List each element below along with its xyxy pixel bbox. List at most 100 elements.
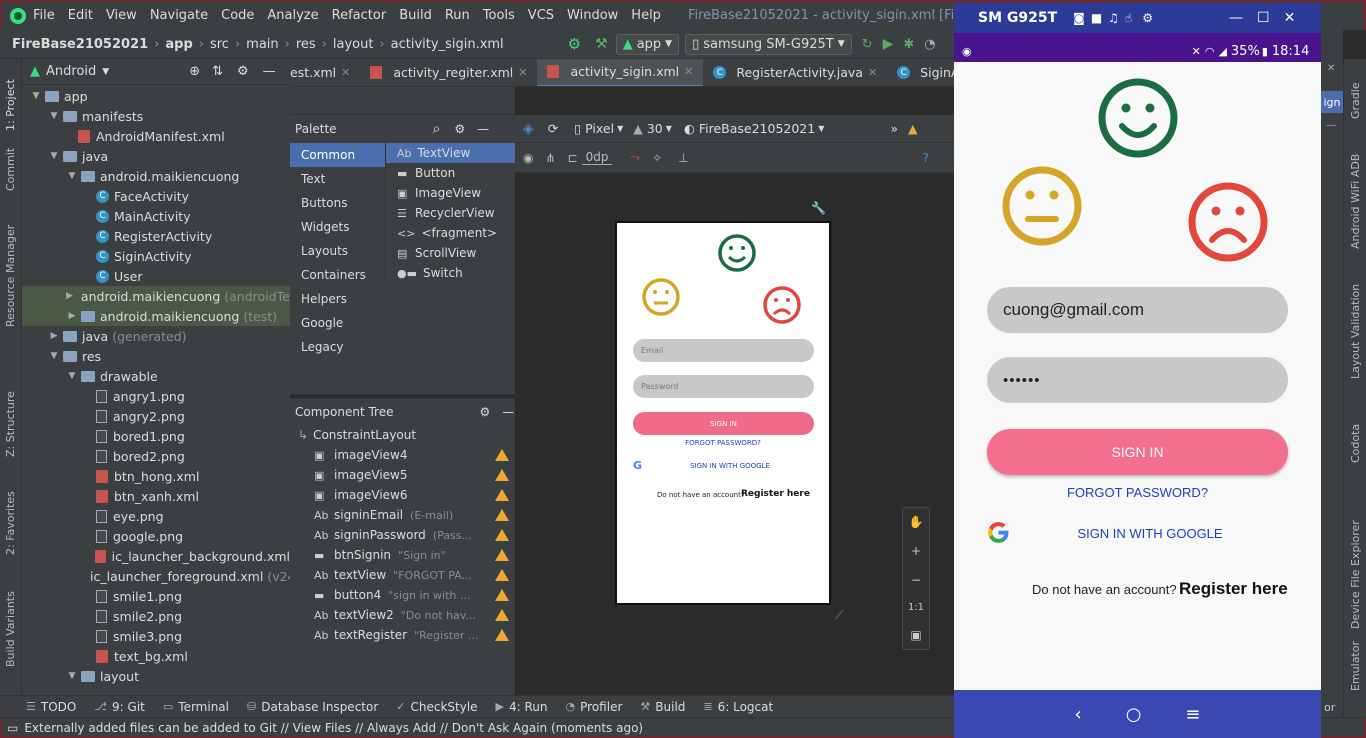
expand-down-icon[interactable]: ▼ — [48, 111, 60, 121]
menu-refactor[interactable]: Refactor — [332, 8, 387, 23]
close-icon[interactable]: ✕ — [684, 65, 693, 78]
palette-item[interactable]: <> <fragment> — [386, 223, 515, 243]
tree-item[interactable]: smile1.png — [22, 586, 290, 606]
tree-item[interactable]: btn_hong.xml — [22, 466, 290, 486]
palette-item[interactable]: ☰ RecyclerView — [386, 203, 515, 223]
google-sign-in-button[interactable]: SIGN IN WITH GOOGLE — [1050, 526, 1250, 541]
pan-icon[interactable]: ✋ — [909, 515, 924, 529]
apply-changes-icon[interactable]: ↻ — [862, 37, 873, 52]
palette-category[interactable]: Buttons — [290, 191, 385, 215]
magnet-icon[interactable]: ⋔ — [545, 151, 555, 165]
breadcrumb-layout[interactable]: layout — [333, 37, 374, 52]
menu-file[interactable]: File — [33, 8, 55, 23]
tool-build-variants[interactable]: Build Variants — [4, 591, 17, 667]
touch-icon[interactable]: ☝ — [1125, 11, 1132, 25]
component-tree-item[interactable]: ▣ imageView5 — [290, 465, 515, 485]
warning-icon[interactable] — [495, 489, 509, 501]
gear-icon[interactable]: ⚙ — [479, 405, 490, 419]
clear-constraints-icon[interactable]: ⤳ — [630, 150, 640, 165]
component-tree-item[interactable]: ▬ button4 "sign in with ... — [290, 585, 515, 605]
menu-view[interactable]: View — [106, 8, 137, 23]
menu-edit[interactable]: Edit — [68, 8, 93, 23]
palette-category[interactable]: Legacy — [290, 335, 385, 359]
palette-item[interactable]: ▤ ScrollView — [386, 243, 515, 263]
project-view-select[interactable]: Android — [46, 64, 96, 79]
headset-icon[interactable]: ♫ — [1108, 11, 1119, 25]
menu-help[interactable]: Help — [631, 8, 661, 23]
tool-favorites[interactable]: 2: Favorites — [4, 491, 17, 555]
tool-project[interactable]: 1: Project — [4, 79, 17, 131]
warning-icon[interactable] — [495, 589, 509, 601]
preview-register-link[interactable]: Register here — [741, 489, 810, 499]
infer-constraints-icon[interactable]: ✧ — [652, 151, 662, 165]
tree-item[interactable]: btn_xanh.xml — [22, 486, 290, 506]
close-icon[interactable]: ✕ — [1284, 10, 1296, 26]
tool-codota[interactable]: Codota — [1349, 424, 1362, 463]
palette-category[interactable]: Widgets — [290, 215, 385, 239]
tree-item[interactable]: ▼ manifests — [22, 106, 290, 126]
default-margin[interactable]: 0dp — [581, 150, 613, 165]
tool-emulator[interactable]: Emulator — [1349, 641, 1362, 691]
preview-email-field[interactable]: Email — [633, 339, 814, 362]
palette-category[interactable]: Text — [290, 167, 385, 191]
hammer-icon[interactable]: ⚒ — [595, 36, 608, 52]
expand-down-icon[interactable]: ▼ — [66, 171, 78, 181]
palette-item[interactable]: ●▬ Switch — [386, 263, 515, 283]
gear-icon[interactable]: ⚙ — [1142, 11, 1153, 25]
tree-item[interactable]: smile2.png — [22, 606, 290, 626]
tree-item[interactable]: google.png — [22, 526, 290, 546]
help-icon[interactable]: ? — [923, 151, 929, 165]
sign-in-button[interactable]: SIGN IN — [987, 429, 1288, 475]
component-tree-item[interactable]: Ab signinPassword (Pass... — [290, 525, 515, 545]
palette-category[interactable]: Google — [290, 311, 385, 335]
close-icon[interactable]: ✕ — [341, 66, 350, 79]
palette-item[interactable]: ▣ ImageView — [386, 183, 515, 203]
bottom-tab[interactable]: ⚒ Build — [640, 700, 685, 714]
bottom-tab[interactable]: ⎇ 9: Git — [94, 700, 145, 714]
palette-category[interactable]: Layouts — [290, 239, 385, 263]
debug-icon[interactable]: ✱ — [903, 37, 914, 52]
tree-item[interactable]: C MainActivity — [22, 206, 290, 226]
tree-item[interactable]: ▼ drawable — [22, 366, 290, 386]
preview-google-button[interactable]: SIGN IN WITH GOOGLE — [617, 462, 843, 470]
menu-window[interactable]: Window — [567, 8, 618, 23]
emulator-side-tab[interactable]: ign — [1321, 91, 1343, 113]
expand-down-icon[interactable]: ▼ — [66, 671, 78, 681]
bottom-tab[interactable]: ▭ Terminal — [163, 700, 229, 714]
tool-structure[interactable]: Z: Structure — [4, 391, 17, 457]
email-field[interactable]: cuong@gmail.com — [987, 287, 1288, 333]
tree-item[interactable]: C RegisterActivity — [22, 226, 290, 246]
tree-root[interactable]: ↳ ConstraintLayout — [290, 425, 515, 445]
tree-item[interactable]: ▼ res — [22, 346, 290, 366]
menu-code[interactable]: Code — [221, 8, 254, 23]
expand-down-icon[interactable]: ▼ — [66, 371, 78, 381]
minimize-icon[interactable]: — — [477, 122, 489, 136]
screenshot-icon[interactable]: ▣ — [910, 628, 921, 642]
warning-icon[interactable] — [495, 469, 509, 481]
bottom-tab[interactable]: ◔ Profiler — [566, 700, 623, 714]
resize-handle-icon[interactable]: ⟋ — [835, 608, 843, 623]
warning-icon[interactable] — [495, 609, 509, 621]
minimize-icon[interactable]: — — [502, 405, 514, 419]
menu-build[interactable]: Build — [399, 8, 432, 23]
menu-navigate[interactable]: Navigate — [150, 8, 208, 23]
breadcrumb-app[interactable]: app — [165, 37, 192, 52]
back-icon[interactable]: ‹ — [1074, 704, 1081, 725]
tool-resource-manager[interactable]: Resource Manager — [4, 225, 17, 327]
warning-icon[interactable] — [495, 449, 509, 461]
expand-down-icon[interactable]: ▼ — [48, 351, 60, 361]
preview-forgot-link[interactable]: FORGOT PASSWORD? — [617, 439, 829, 447]
tree-item[interactable]: bored2.png — [22, 446, 290, 466]
device-select[interactable]: ▯ samsung SM-G925T ▼ — [685, 33, 852, 55]
warning-icon[interactable]: ▲ — [908, 121, 918, 136]
bottom-tab[interactable]: ☰ TODO — [26, 700, 76, 714]
tree-item[interactable]: text_bg.xml — [22, 646, 290, 666]
home-icon[interactable]: ○ — [1126, 704, 1142, 725]
tree-item[interactable]: C User — [22, 266, 290, 286]
bottom-tab[interactable]: ▶ 4: Run — [496, 700, 548, 714]
tool-wifi-adb[interactable]: Android WiFi ADB — [1349, 154, 1362, 249]
warning-icon[interactable] — [495, 569, 509, 581]
tool-gradle[interactable]: Gradle — [1349, 82, 1362, 119]
breadcrumb-main[interactable]: main — [246, 37, 278, 52]
more-icon[interactable]: » — [890, 121, 898, 136]
